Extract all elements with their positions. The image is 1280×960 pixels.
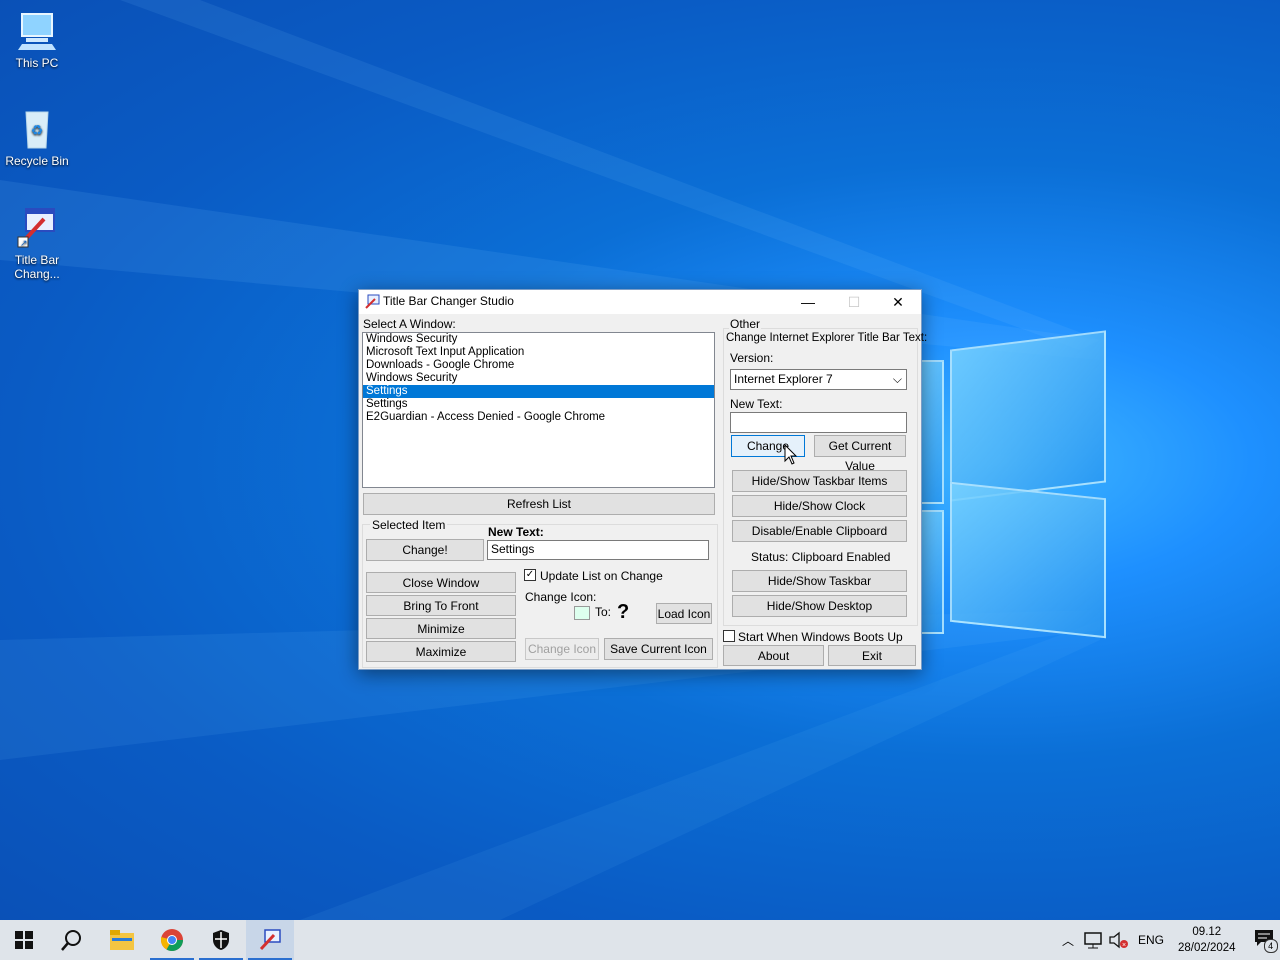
save-current-icon-button[interactable]: Save Current Icon bbox=[604, 638, 713, 660]
list-item[interactable]: Windows Security bbox=[363, 333, 714, 346]
title-bar-changer-icon: ↗ bbox=[16, 207, 58, 249]
app-icon bbox=[364, 294, 380, 310]
title-bar-changer-taskbar-button[interactable] bbox=[246, 920, 294, 960]
title-bar-changer-window: Title Bar Changer Studio — ☐ ✕ Select A … bbox=[358, 289, 927, 670]
start-on-boot-label: Start When Windows Boots Up bbox=[738, 630, 903, 644]
selected-item-group-label: Selected Item bbox=[370, 518, 448, 532]
window-list[interactable]: Windows Security Microsoft Text Input Ap… bbox=[362, 332, 715, 488]
desktop-icon-label: Title Bar Chang... bbox=[14, 253, 60, 281]
close-window-x-button[interactable]: ✕ bbox=[875, 290, 921, 314]
maximize-button[interactable]: Maximize bbox=[366, 641, 516, 662]
ie-new-text-input[interactable] bbox=[730, 412, 907, 433]
notification-count-badge: 4 bbox=[1263, 939, 1278, 953]
question-mark-icon: ? bbox=[617, 601, 630, 623]
current-window-icon bbox=[574, 606, 590, 620]
taskbar: ︿ × ENG 09.12 28/02/2024 4 bbox=[0, 920, 1280, 960]
chrome-icon bbox=[161, 929, 183, 951]
clock[interactable]: 09.12 28/02/2024 bbox=[1178, 924, 1236, 956]
maximize-icon: ☐ bbox=[847, 294, 861, 310]
hide-show-taskbar-button[interactable]: Hide/Show Taskbar bbox=[732, 570, 907, 592]
disable-enable-clipboard-button[interactable]: Disable/Enable Clipboard bbox=[732, 520, 907, 542]
mouse-cursor bbox=[784, 444, 798, 465]
version-value: Internet Explorer 7 bbox=[734, 372, 833, 386]
window-title-bar[interactable]: Title Bar Changer Studio — ☐ ✕ bbox=[359, 290, 921, 314]
desktop-icon-label: This PC bbox=[15, 56, 59, 70]
hide-show-clock-button[interactable]: Hide/Show Clock bbox=[732, 495, 907, 517]
about-button[interactable]: About bbox=[723, 645, 824, 666]
minimize-button[interactable]: Minimize bbox=[366, 618, 516, 639]
file-explorer-button[interactable] bbox=[98, 920, 146, 960]
search-button[interactable] bbox=[48, 920, 96, 960]
start-button[interactable] bbox=[0, 920, 48, 960]
title-bar-changer-icon bbox=[259, 929, 281, 951]
list-item-selected[interactable]: Settings bbox=[363, 385, 714, 398]
svg-text:↗: ↗ bbox=[20, 238, 28, 248]
list-item[interactable]: Downloads - Google Chrome bbox=[363, 359, 714, 372]
other-group-label: Other bbox=[729, 317, 762, 331]
change-icon-button[interactable]: Change Icon bbox=[525, 638, 599, 660]
window-title: Title Bar Changer Studio bbox=[383, 294, 514, 308]
change-icon-label: Change Icon: bbox=[525, 590, 597, 604]
load-icon-button[interactable]: Load Icon bbox=[656, 603, 712, 624]
close-window-button[interactable]: Close Window bbox=[366, 572, 516, 593]
ie-title-label: Change Internet Explorer Title Bar Text: bbox=[726, 332, 928, 344]
desktop-icon-this-pc[interactable]: This PC bbox=[0, 10, 74, 70]
file-explorer-icon bbox=[110, 930, 134, 950]
show-hidden-icons-icon[interactable]: ︿ bbox=[1058, 932, 1078, 949]
windows-logo-wallpaper bbox=[900, 330, 1110, 639]
list-item[interactable]: Windows Security bbox=[363, 372, 714, 385]
to-label: To: bbox=[595, 605, 612, 619]
list-item[interactable]: E2Guardian - Access Denied - Google Chro… bbox=[363, 411, 714, 424]
exit-button[interactable]: Exit bbox=[828, 645, 916, 666]
clipboard-status: Status: Clipboard Enabled bbox=[751, 550, 891, 564]
start-on-boot-checkbox[interactable] bbox=[723, 630, 735, 642]
svg-text:×: × bbox=[1122, 942, 1126, 949]
volume-muted-icon[interactable]: × bbox=[1108, 931, 1130, 949]
get-current-value-button[interactable]: Get Current Value bbox=[814, 435, 906, 473]
list-item[interactable]: Settings bbox=[363, 398, 714, 411]
maximize-window-button: ☐ bbox=[831, 290, 877, 314]
change-title-button[interactable]: Change! bbox=[366, 539, 484, 561]
start-icon bbox=[15, 931, 33, 949]
desktop-icon-label: Recycle Bin bbox=[5, 154, 69, 168]
close-icon: ✕ bbox=[892, 294, 904, 310]
new-text-input[interactable]: Settings bbox=[487, 540, 709, 560]
windows-security-icon bbox=[213, 930, 229, 950]
language-indicator[interactable]: ENG bbox=[1138, 933, 1164, 947]
search-icon bbox=[61, 930, 81, 951]
windows-security-button[interactable] bbox=[197, 920, 245, 960]
minimize-icon: — bbox=[801, 294, 815, 310]
ie-new-text-label: New Text: bbox=[730, 397, 783, 411]
new-text-label: New Text: bbox=[488, 525, 544, 539]
chrome-button[interactable] bbox=[148, 920, 196, 960]
this-pc-icon bbox=[16, 10, 58, 52]
update-list-label: Update List on Change bbox=[540, 569, 663, 583]
chevron-down-icon: ⌵ bbox=[892, 372, 902, 386]
update-list-checkbox[interactable]: ✓ bbox=[524, 569, 536, 581]
action-center-button[interactable]: 4 bbox=[1254, 929, 1280, 953]
bring-to-front-button[interactable]: Bring To Front bbox=[366, 595, 516, 616]
minimize-window-button[interactable]: — bbox=[785, 290, 831, 314]
hide-show-taskbar-items-button[interactable]: Hide/Show Taskbar Items bbox=[732, 470, 907, 492]
desktop-icon-recycle-bin[interactable]: ♻ Recycle Bin bbox=[0, 108, 74, 168]
svg-text:♻: ♻ bbox=[31, 122, 44, 138]
clock-time: 09.12 bbox=[1192, 926, 1222, 938]
select-window-label: Select A Window: bbox=[363, 317, 456, 331]
refresh-list-button[interactable]: Refresh List bbox=[363, 493, 715, 515]
recycle-bin-icon: ♻ bbox=[16, 108, 58, 150]
network-icon[interactable] bbox=[1082, 931, 1104, 949]
system-tray: ︿ × ENG 09.12 28/02/2024 4 bbox=[1058, 920, 1280, 960]
list-item[interactable]: Microsoft Text Input Application bbox=[363, 346, 714, 359]
version-label: Version: bbox=[730, 351, 774, 365]
hide-show-desktop-button[interactable]: Hide/Show Desktop bbox=[732, 595, 907, 617]
clock-date: 28/02/2024 bbox=[1178, 942, 1236, 954]
desktop-icon-title-bar-changer[interactable]: ↗ Title Bar Chang... bbox=[0, 207, 74, 281]
version-select[interactable]: Internet Explorer 7 ⌵ bbox=[730, 369, 907, 390]
